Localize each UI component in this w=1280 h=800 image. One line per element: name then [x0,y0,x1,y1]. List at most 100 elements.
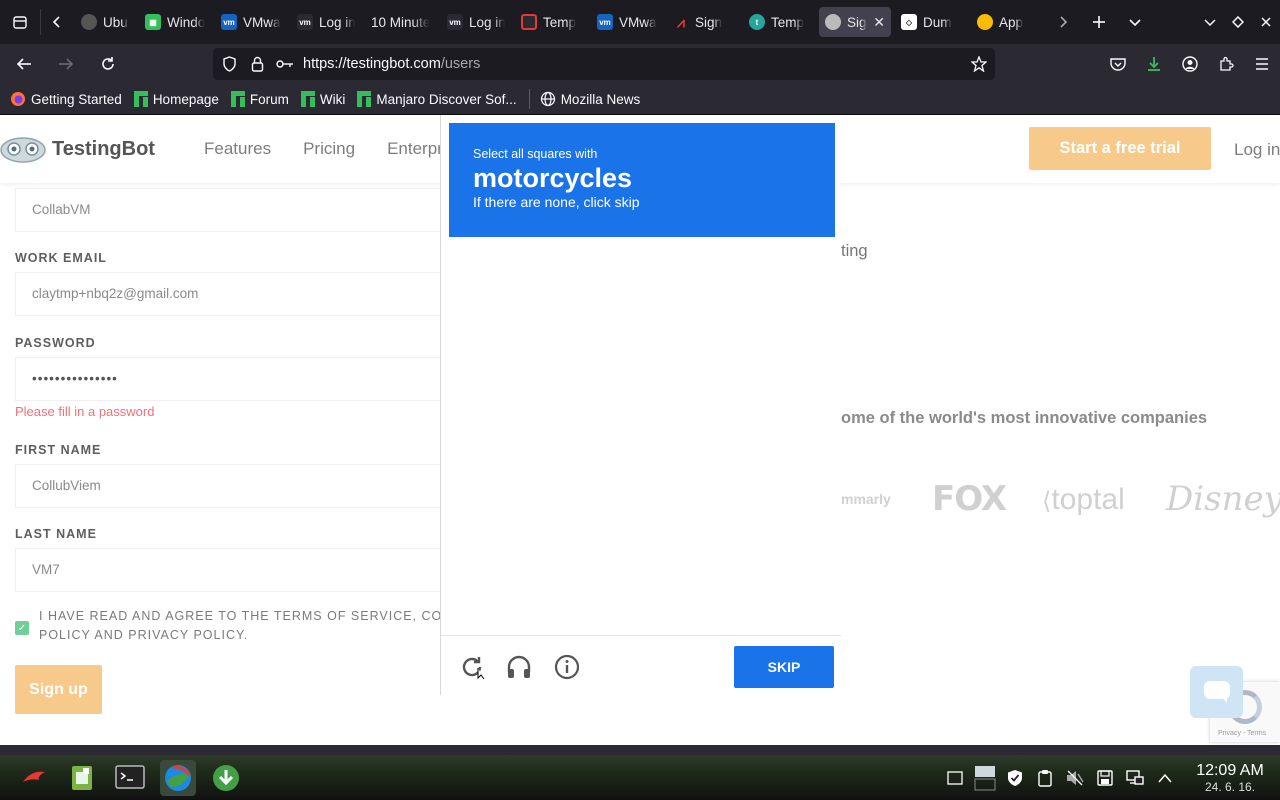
terms-text: I HAVE READ AND AGREE TO THE TERMS OF SE… [39,607,467,645]
tray-expand-icon[interactable] [1150,755,1180,800]
brand-toptal-text: toptal [1051,483,1125,516]
tab[interactable]: vm VMware [215,7,287,37]
forward-button[interactable] [48,48,84,80]
customers-heading: ome of the world's most innovative compa… [841,409,1208,427]
menu-features[interactable]: Features [204,139,271,159]
pulse-icon: ⩘ [677,13,685,30]
login-link[interactable]: Log in [1234,140,1280,160]
tab[interactable]: ◇ Dum [895,7,967,37]
maximize-button[interactable] [1224,0,1252,44]
close-window-button[interactable] [1252,0,1280,44]
tab[interactable]: ⩘ Sign [667,7,739,37]
folder-tabs-icon [13,16,27,29]
lock-icon[interactable] [243,48,271,80]
tab-active[interactable]: Sign ✕ [819,7,891,37]
list-tabs-button[interactable] [1117,0,1153,44]
tab[interactable]: vm Log in [441,7,511,37]
menu-pricing[interactable]: Pricing [303,139,355,159]
volume-muted-icon[interactable] [1060,755,1090,800]
captcha-audio-button[interactable] [504,652,534,682]
plus-icon [1093,16,1105,28]
clipboard-icon[interactable] [1030,755,1060,800]
tab[interactable]: Temp [515,7,587,37]
clock[interactable]: 12:09 AM 24. 6. 16. [1180,762,1280,794]
updater-app-icon[interactable] [208,760,244,796]
diamond-icon [1232,16,1244,28]
bookmark-wiki[interactable]: Wiki [300,91,346,107]
tab-overview-button[interactable] [0,0,40,44]
password-field[interactable]: ••••••••••••••• [15,357,440,401]
scroll-tabs-left-button[interactable] [41,0,73,44]
bookmark-forum[interactable]: Forum [230,91,289,107]
tab-label: VMware [619,14,657,30]
tab[interactable]: ▦ Windows [139,7,211,37]
minimize-button[interactable] [1196,0,1224,44]
chat-bubble-icon [1203,681,1230,703]
menu-icon[interactable] [1244,44,1280,84]
grid-icon: ▦ [145,14,161,30]
key-icon[interactable] [271,48,299,80]
captcha-skip-button[interactable]: SKIP [734,646,834,688]
bookmark-mozilla-news[interactable]: Mozilla News [540,91,640,107]
shield-icon[interactable] [215,48,243,80]
tab-strip: Ubuntu ▦ Windows vm VMware vm Log in 10 Min… [73,7,1045,37]
reload-button[interactable] [90,48,126,80]
tab[interactable]: t Temp [743,7,815,37]
last-name-field[interactable]: VM7 [15,548,440,592]
toptal-mark-icon: ⟨ [1042,488,1052,515]
brand-disney: Disney [1166,479,1280,519]
toolbar-right [1100,44,1280,84]
bookmark-label: Wiki [319,91,346,107]
terminal-app-icon[interactable] [112,760,148,796]
workspace-pager-icon[interactable] [970,755,1000,800]
captcha-footer: SKIP [441,635,841,695]
security-shield-icon[interactable] [1000,755,1030,800]
bookmark-label: Forum [249,91,289,107]
url-bar[interactable]: https://testingbot.com/users [213,48,995,80]
menu-enterprise[interactable]: Enterpr [387,139,443,159]
tab-label: 10 Minute [371,14,431,30]
email-field[interactable]: claytmp+nbq2z@gmail.com [15,272,440,316]
manjaro-icon [300,91,315,107]
bookmark-homepage[interactable]: Homepage [133,91,219,107]
new-tab-button[interactable] [1081,0,1117,44]
app-menu-icon[interactable] [16,760,52,796]
scroll-tabs-right-button[interactable] [1045,0,1081,44]
chat-widget-button[interactable] [1190,666,1243,718]
terms-checkbox[interactable]: ✓ [15,621,29,635]
recaptcha-privacy-terms[interactable]: Privacy - Terms [1218,730,1266,737]
show-desktop-icon[interactable] [940,755,970,800]
manjaro-icon [230,91,245,107]
close-tab-icon[interactable]: ✕ [873,14,885,31]
captcha-reload-button[interactable] [457,652,487,682]
start-free-trial-button[interactable]: Start a free trial [1029,127,1211,170]
tab[interactable]: vm Log in [291,7,361,37]
bookmark-star-icon[interactable] [965,48,993,80]
bookmark-getting-started[interactable]: Getting Started [10,91,122,107]
tab[interactable]: App [971,7,1043,37]
tab[interactable]: Ubuntu [75,7,135,37]
back-button[interactable] [6,48,42,80]
download-icon[interactable] [1136,44,1172,84]
site-logo[interactable]: TestingBot [0,133,155,165]
browser-app-icon[interactable] [160,759,196,796]
network-icon[interactable] [1120,755,1150,800]
tab[interactable]: 10 Minute [365,7,437,37]
captcha-info-button[interactable] [552,652,582,682]
account-icon[interactable] [1172,44,1208,84]
extensions-icon[interactable] [1208,44,1244,84]
first-name-field[interactable]: CollubViem [15,464,440,508]
testingbot-logo-icon [0,137,46,163]
signup-button[interactable]: Sign up [15,665,102,714]
pocket-icon[interactable] [1100,44,1136,84]
terms-line-1: I HAVE READ AND AGREE TO THE TERMS OF SE… [39,609,467,623]
url-host: https://testingbot.com [303,56,441,72]
spreadsheet-app-icon[interactable] [64,760,100,796]
tab[interactable]: vm VMware [591,7,663,37]
tab-label: Log in [469,14,505,30]
company-field[interactable]: CollabVM [15,188,440,232]
bookmark-manjaro-discover[interactable]: Manjaro Discover Sof... [357,91,517,107]
temp-icon [521,14,537,30]
captcha-target: motorcycles [473,163,633,193]
save-icon[interactable] [1090,755,1120,800]
